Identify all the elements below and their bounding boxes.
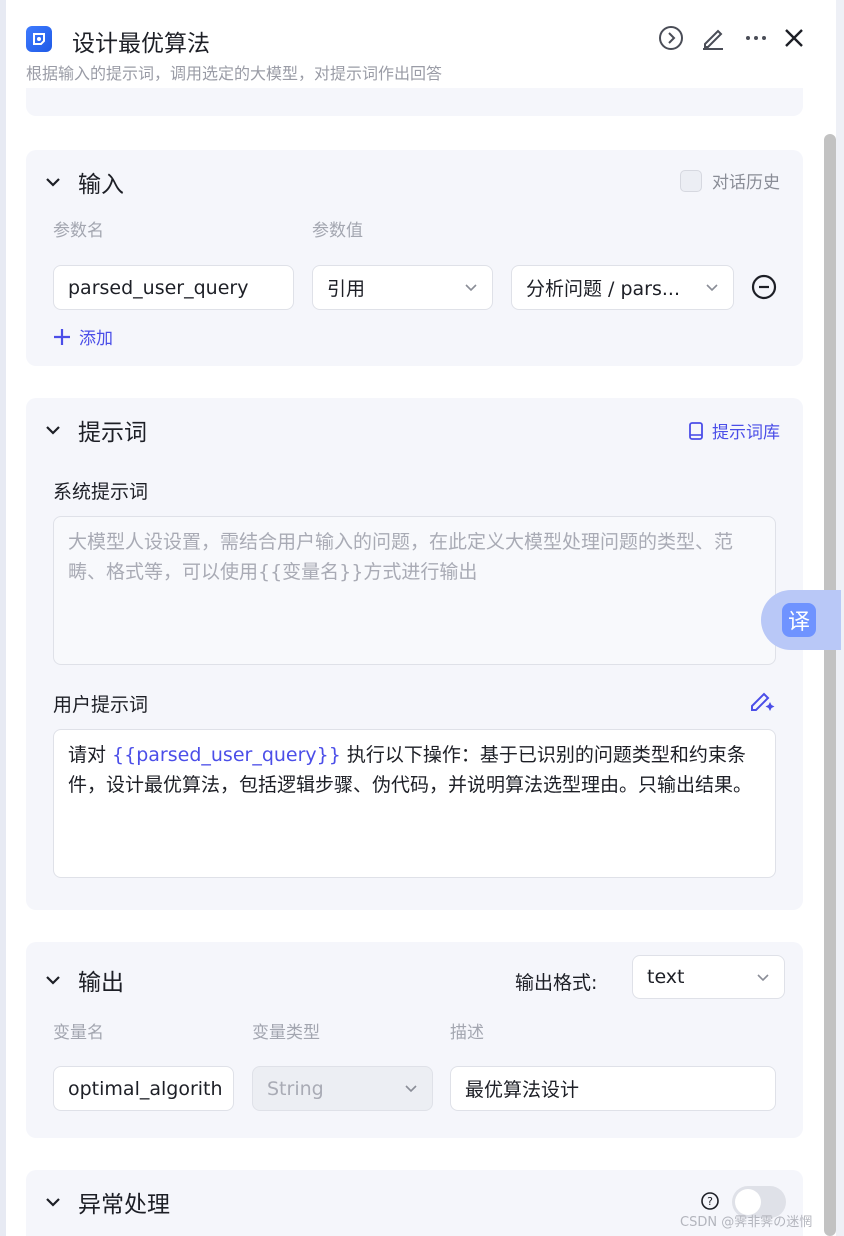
chevron-down-icon (465, 284, 477, 292)
chevron-down-icon[interactable] (44, 971, 62, 989)
chevron-down-icon (405, 1085, 417, 1093)
node-title[interactable]: 设计最优算法 (72, 24, 210, 58)
output-format-value: text (647, 966, 685, 988)
prompt-section-header[interactable]: 提示词 (44, 418, 147, 446)
input-section-header[interactable]: 输入 (44, 170, 124, 198)
prompt-library-link[interactable]: 提示词库 (688, 418, 780, 443)
output-format-select[interactable]: text (632, 955, 785, 999)
output-var-name-header: 变量名 (53, 1023, 104, 1043)
output-desc-value: 最优算法设计 (465, 1079, 580, 1101)
prompt-section-title: 提示词 (78, 420, 147, 446)
chevron-down-icon[interactable] (44, 173, 62, 191)
output-desc-header: 描述 (450, 1023, 484, 1043)
param-type-select[interactable]: 引用 (312, 265, 493, 310)
add-param-label: 添加 (79, 329, 113, 349)
output-desc-input[interactable]: 最优算法设计 (450, 1066, 776, 1111)
chat-history-toggle[interactable]: 对话历史 (680, 168, 780, 193)
system-prompt-placeholder: 大模型人设设置，需结合用户输入的问题，在此定义大模型处理问题的类型、范畴、格式等… (68, 531, 734, 583)
error-section-header[interactable]: 异常处理 (44, 1190, 170, 1218)
output-var-type-value: String (267, 1077, 324, 1100)
history-checkbox[interactable] (680, 169, 702, 192)
user-prompt-label: 用户提示词 (53, 694, 149, 716)
param-value-header: 参数值 (312, 221, 363, 241)
output-section-header[interactable]: 输出 (44, 968, 124, 996)
watermark: CSDN @霁非霁の迷惘 (680, 1215, 813, 1230)
param-ref-value: 分析问题 / pars... (526, 278, 681, 300)
param-type-value: 引用 (327, 278, 366, 300)
system-prompt-label: 系统提示词 (53, 481, 149, 503)
scrollbar[interactable] (824, 134, 836, 1236)
edit-pencil-icon[interactable] (700, 25, 726, 51)
node-config-panel: 设计最优算法 根据输入的提示词，调用选定的大模型，对提示词作出回答 输入 对话历… (6, 0, 836, 1236)
output-section-title: 输出 (78, 970, 124, 996)
user-prompt-prefix: 请对 (68, 744, 113, 766)
user-prompt-variable: {{parsed_user_query}} (112, 744, 341, 766)
help-question-icon[interactable]: ? (701, 1192, 719, 1210)
prompt-library-label: 提示词库 (712, 423, 780, 443)
error-section-title: 异常处理 (78, 1192, 170, 1218)
input-section-title: 输入 (78, 172, 124, 198)
llm-node-logo-icon (26, 26, 52, 52)
param-ref-select[interactable]: 分析问题 / pars... (511, 265, 734, 310)
chevron-down-icon (757, 974, 769, 982)
user-prompt-textarea[interactable]: 请对 {{parsed_user_query}} 执行以下操作：基于已识别的问题… (53, 729, 776, 878)
output-var-type-header: 变量类型 (252, 1023, 320, 1043)
output-format-label: 输出格式: (515, 972, 598, 994)
chevron-down-icon[interactable] (44, 421, 62, 439)
panel-header: 设计最优算法 根据输入的提示词，调用选定的大模型，对提示词作出回答 (6, 0, 826, 96)
output-var-name-input[interactable]: optimal_algorith (53, 1066, 234, 1111)
history-label: 对话历史 (712, 173, 780, 193)
translate-float-button[interactable]: 译 (761, 590, 841, 650)
translate-icon: 译 (782, 603, 816, 637)
input-card: 输入 对话历史 参数名 参数值 parsed_user_query 引用 分析问… (26, 150, 803, 366)
close-icon[interactable] (781, 25, 807, 51)
model-settings-card (26, 88, 803, 116)
more-options-icon[interactable] (743, 25, 769, 51)
plus-icon (54, 328, 70, 345)
ai-optimize-pen-icon[interactable] (748, 686, 776, 714)
add-param-button[interactable]: 添加 (53, 324, 113, 349)
output-var-name-value: optimal_algorith (68, 1077, 223, 1100)
chevron-down-icon (706, 284, 718, 292)
param-name-input[interactable]: parsed_user_query (53, 265, 294, 310)
output-card: 输出 输出格式: text 变量名 变量类型 描述 optimal_algori… (26, 942, 803, 1138)
book-icon (689, 421, 703, 440)
remove-param-icon[interactable] (751, 274, 777, 300)
param-name-header: 参数名 (53, 221, 104, 241)
system-prompt-textarea[interactable]: 大模型人设设置，需结合用户输入的问题，在此定义大模型处理问题的类型、范畴、格式等… (53, 516, 776, 665)
output-var-type-select: String (252, 1066, 433, 1111)
param-name-value: parsed_user_query (68, 276, 249, 299)
svg-text:?: ? (707, 1195, 713, 1208)
prompt-card: 提示词 提示词库 系统提示词 大模型人设设置，需结合用户输入的问题，在此定义大模… (26, 398, 803, 910)
chevron-down-icon[interactable] (44, 1193, 62, 1211)
node-description: 根据输入的提示词，调用选定的大模型，对提示词作出回答 (26, 64, 443, 83)
run-node-icon[interactable] (658, 25, 684, 51)
